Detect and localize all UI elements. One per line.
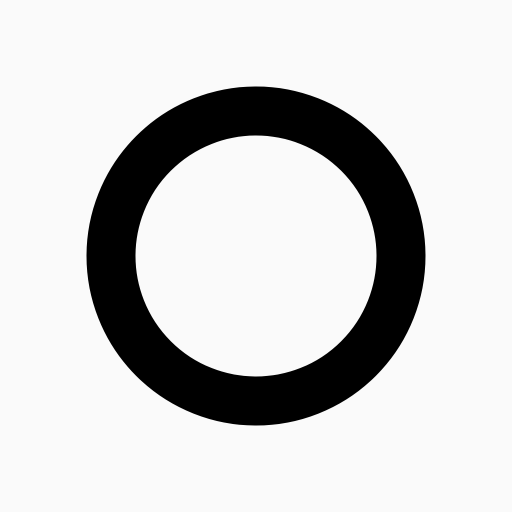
icon-canvas: [0, 0, 512, 512]
circle-ring: [86, 86, 426, 426]
circle-outline-icon: [86, 86, 426, 426]
